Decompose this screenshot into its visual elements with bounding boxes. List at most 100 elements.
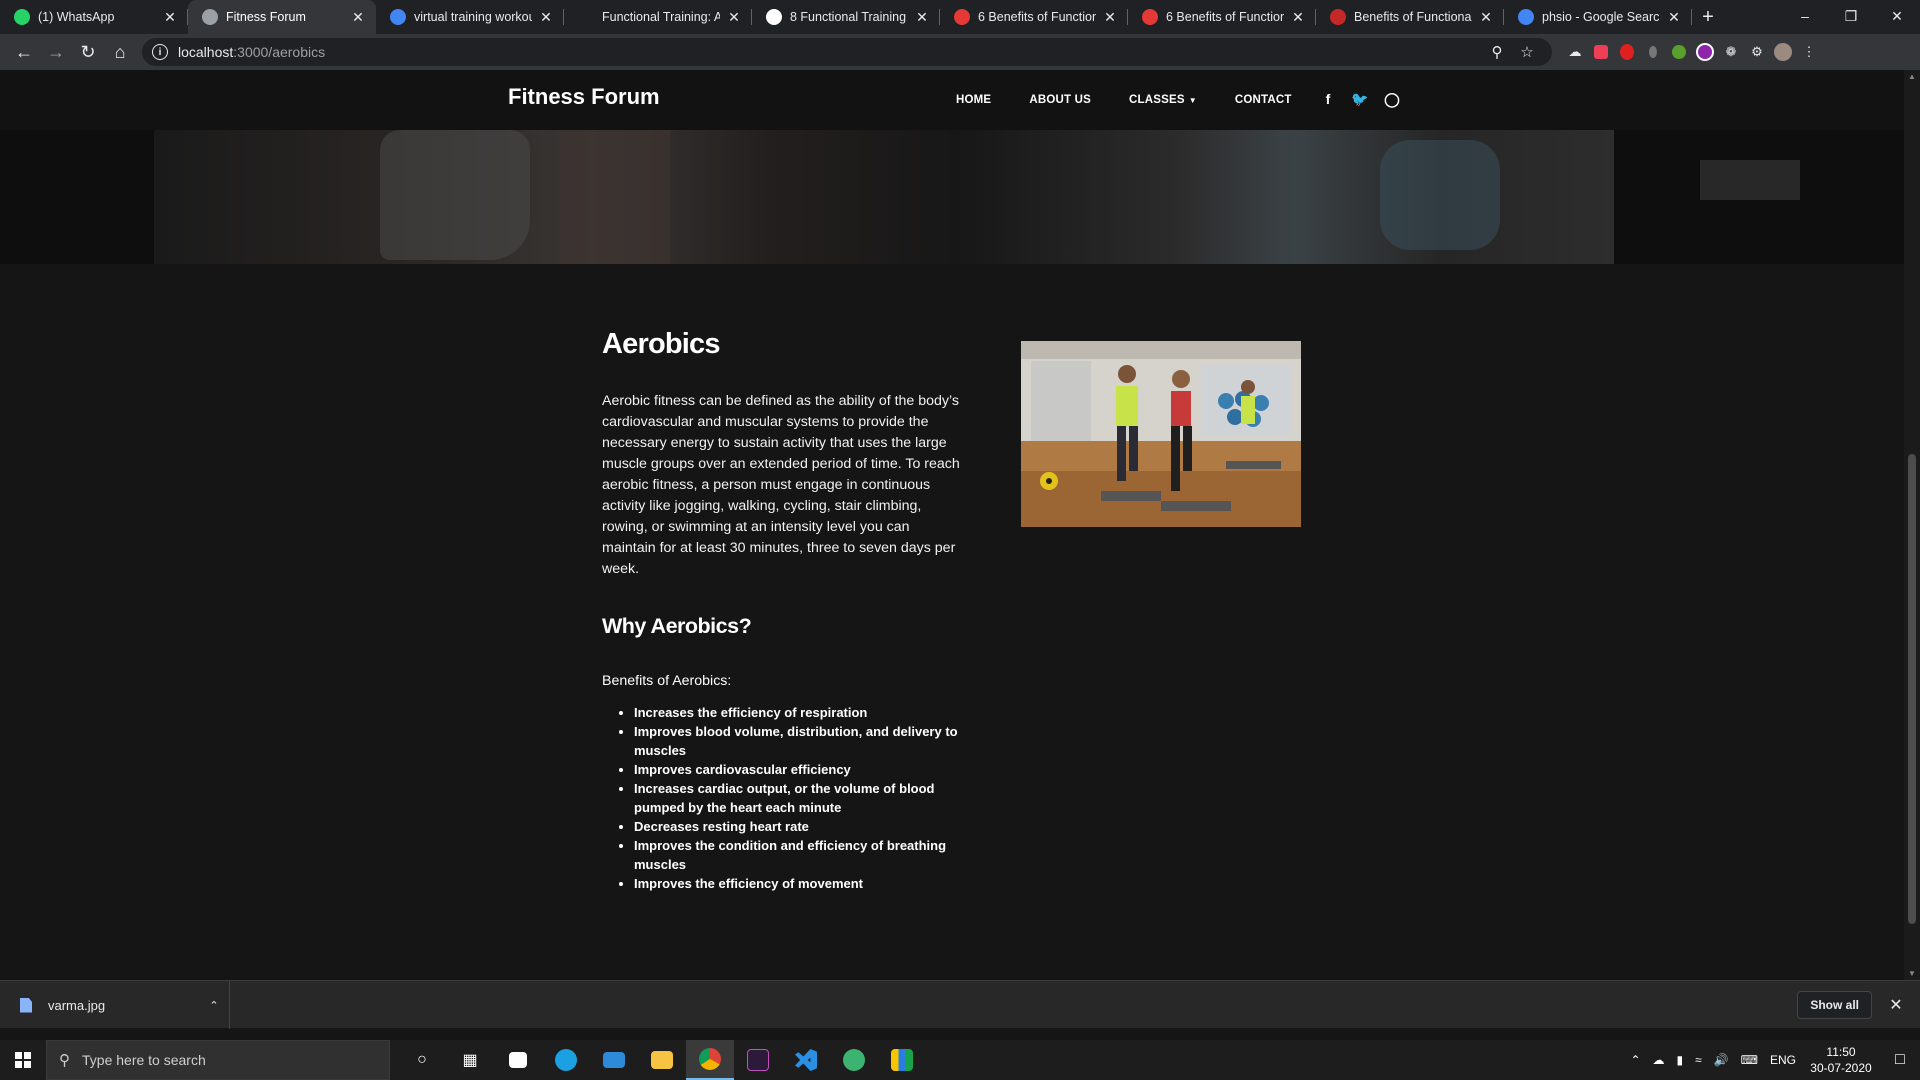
globe-icon xyxy=(202,9,218,25)
taskbar-apps: ○ ▦ xyxy=(398,1040,926,1080)
chrome-icon[interactable] xyxy=(686,1040,734,1080)
scroll-down-arrow-icon[interactable]: ▼ xyxy=(1904,969,1920,978)
home-icon[interactable]: ⌂ xyxy=(104,36,136,68)
instagram-icon[interactable]: ◯ xyxy=(1376,91,1408,108)
store-icon[interactable] xyxy=(494,1040,542,1080)
mail-icon[interactable] xyxy=(590,1040,638,1080)
profile-avatar-icon[interactable] xyxy=(1770,39,1796,65)
keyboard-icon[interactable]: ⌨ xyxy=(1735,1053,1764,1067)
browser-tab-strip: (1) WhatsApp ✕ Fitness Forum ✕ virtual train… xyxy=(0,0,1920,34)
list-item: Increases cardiac output, or the volume … xyxy=(634,779,962,817)
gear-extension-icon[interactable]: ❁ xyxy=(1718,39,1744,65)
system-tray: ⌃ ☁ ▮ ≈ 🔊 ⌨ ENG 11:50 30-07-2020 □ xyxy=(1624,1040,1920,1080)
clock-date: 30-07-2020 xyxy=(1810,1061,1872,1075)
google-icon xyxy=(1518,9,1534,25)
back-icon[interactable]: ← xyxy=(8,36,40,68)
close-tab-icon[interactable]: ✕ xyxy=(1290,9,1306,26)
caret-down-icon: ▼ xyxy=(1188,96,1197,105)
cloud-extension-icon[interactable]: ☁ xyxy=(1562,39,1588,65)
language-indicator[interactable]: ENG xyxy=(1764,1053,1802,1067)
terminal-icon[interactable] xyxy=(734,1040,782,1080)
show-all-button[interactable]: Show all xyxy=(1797,991,1872,1019)
nav-home-link[interactable]: HOME xyxy=(956,94,991,106)
menu-kebab-icon[interactable]: ⋮ xyxy=(1796,39,1822,65)
volume-icon[interactable]: 🔊 xyxy=(1708,1053,1735,1067)
article-content: Aerobics Aerobic fitness can be defined … xyxy=(602,328,962,893)
minimize-icon[interactable]: – xyxy=(1782,0,1828,32)
search-icon: ⚲ xyxy=(59,1052,70,1069)
tab-title: virtual training workout xyxy=(414,10,532,24)
m-icon xyxy=(1330,9,1346,25)
browser-tab[interactable]: (1) WhatsApp ✕ xyxy=(0,0,188,34)
edge-icon[interactable] xyxy=(542,1040,590,1080)
browser-tab[interactable]: Fitness Forum ✕ xyxy=(188,0,376,34)
globe-app-icon[interactable] xyxy=(830,1040,878,1080)
zoom-icon[interactable]: ⚲ xyxy=(1482,43,1512,61)
wifi-icon[interactable]: ≈ xyxy=(1689,1053,1708,1067)
task-view-icon[interactable]: ▦ xyxy=(446,1040,494,1080)
browser-tab[interactable]: Functional Training: A D ✕ xyxy=(564,0,752,34)
battery-icon[interactable]: ▮ xyxy=(1671,1053,1690,1067)
clock[interactable]: 11:50 30-07-2020 xyxy=(1802,1044,1880,1076)
purple-extension-icon[interactable] xyxy=(1692,39,1718,65)
tab-list: (1) WhatsApp ✕ Fitness Forum ✕ virtual train… xyxy=(0,0,1692,34)
reload-icon[interactable]: ↻ xyxy=(72,36,104,68)
browser-tab[interactable]: 6 Benefits of Functional ✕ xyxy=(1128,0,1316,34)
close-tab-icon[interactable]: ✕ xyxy=(1478,9,1494,26)
chevron-up-icon[interactable]: ⌃ xyxy=(199,999,229,1012)
vscode-icon[interactable] xyxy=(782,1040,830,1080)
download-bar: varma.jpg ⌃ Show all ✕ xyxy=(0,980,1920,1029)
close-tab-icon[interactable]: ✕ xyxy=(1102,9,1118,26)
browser-tab[interactable]: 8 Functional Training Be ✕ xyxy=(752,0,940,34)
list-item: Improves blood volume, distribution, and… xyxy=(634,722,962,760)
download-item[interactable]: varma.jpg ⌃ xyxy=(0,981,230,1029)
grey-extension-icon[interactable] xyxy=(1640,39,1666,65)
info-icon[interactable]: i xyxy=(152,44,168,60)
browser-tab[interactable]: virtual training workout ✕ xyxy=(376,0,564,34)
page-scrollbar[interactable]: ▲ ▼ xyxy=(1904,70,1920,980)
tab-title: (1) WhatsApp xyxy=(38,10,115,24)
notification-icon[interactable]: □ xyxy=(1880,1051,1920,1069)
close-tab-icon[interactable]: ✕ xyxy=(1666,9,1682,26)
colorful-app-icon[interactable] xyxy=(878,1040,926,1080)
taskbar-search[interactable]: ⚲ Type here to search xyxy=(46,1040,390,1080)
site-brand[interactable]: Fitness Forum xyxy=(508,84,660,110)
close-tab-icon[interactable]: ✕ xyxy=(162,9,178,26)
red-extension-icon[interactable] xyxy=(1614,39,1640,65)
facebook-icon[interactable]: f xyxy=(1312,91,1344,108)
nav-classes-dropdown[interactable]: CLASSES ▼ xyxy=(1129,94,1197,106)
address-bar[interactable]: i localhost:3000/aerobics ⚲ ☆ xyxy=(142,38,1552,66)
browser-tab[interactable]: phsio - Google Search ✕ xyxy=(1504,0,1692,34)
close-tab-icon[interactable]: ✕ xyxy=(914,9,930,26)
restore-icon[interactable]: ❐ xyxy=(1828,0,1874,32)
close-window-icon[interactable]: ✕ xyxy=(1874,0,1920,32)
window-controls: – ❐ ✕ xyxy=(1782,0,1920,32)
tab-separator xyxy=(1691,9,1692,25)
close-download-bar-icon[interactable]: ✕ xyxy=(1882,991,1910,1019)
pocket-extension-icon[interactable] xyxy=(1588,39,1614,65)
new-tab-button[interactable]: + xyxy=(1692,0,1724,34)
site-navbar: Fitness Forum HOME ABOUT US CLASSES ▼ CON… xyxy=(0,70,1904,130)
file-explorer-icon[interactable] xyxy=(638,1040,686,1080)
cortana-icon[interactable]: ○ xyxy=(398,1040,446,1080)
forward-icon[interactable]: → xyxy=(40,36,72,68)
close-tab-icon[interactable]: ✕ xyxy=(350,9,366,26)
nav-about-link[interactable]: ABOUT US xyxy=(1029,94,1091,106)
browser-tab[interactable]: 6 Benefits of Functional ✕ xyxy=(940,0,1128,34)
start-button[interactable] xyxy=(0,1040,46,1080)
puzzle-extensions-icon[interactable]: ⚙ xyxy=(1744,39,1770,65)
twitter-icon[interactable]: 🐦 xyxy=(1344,91,1376,108)
close-tab-icon[interactable]: ✕ xyxy=(726,9,742,26)
tree-extension-icon[interactable] xyxy=(1666,39,1692,65)
scrollbar-thumb[interactable] xyxy=(1908,454,1916,924)
url-host: localhost xyxy=(178,44,234,60)
intro-paragraph: Aerobic fitness can be defined as the ab… xyxy=(602,393,960,577)
browser-tab[interactable]: Benefits of Functional T ✕ xyxy=(1316,0,1504,34)
scroll-up-arrow-icon[interactable]: ▲ xyxy=(1904,72,1920,81)
chevron-up-tray-icon[interactable]: ⌃ xyxy=(1624,1053,1646,1067)
nav-contact-link[interactable]: CONTACT xyxy=(1235,94,1292,106)
tab-title: 6 Benefits of Functional xyxy=(1166,10,1284,24)
onedrive-icon[interactable]: ☁ xyxy=(1647,1053,1671,1067)
bookmark-star-icon[interactable]: ☆ xyxy=(1512,43,1542,61)
close-tab-icon[interactable]: ✕ xyxy=(538,9,554,26)
